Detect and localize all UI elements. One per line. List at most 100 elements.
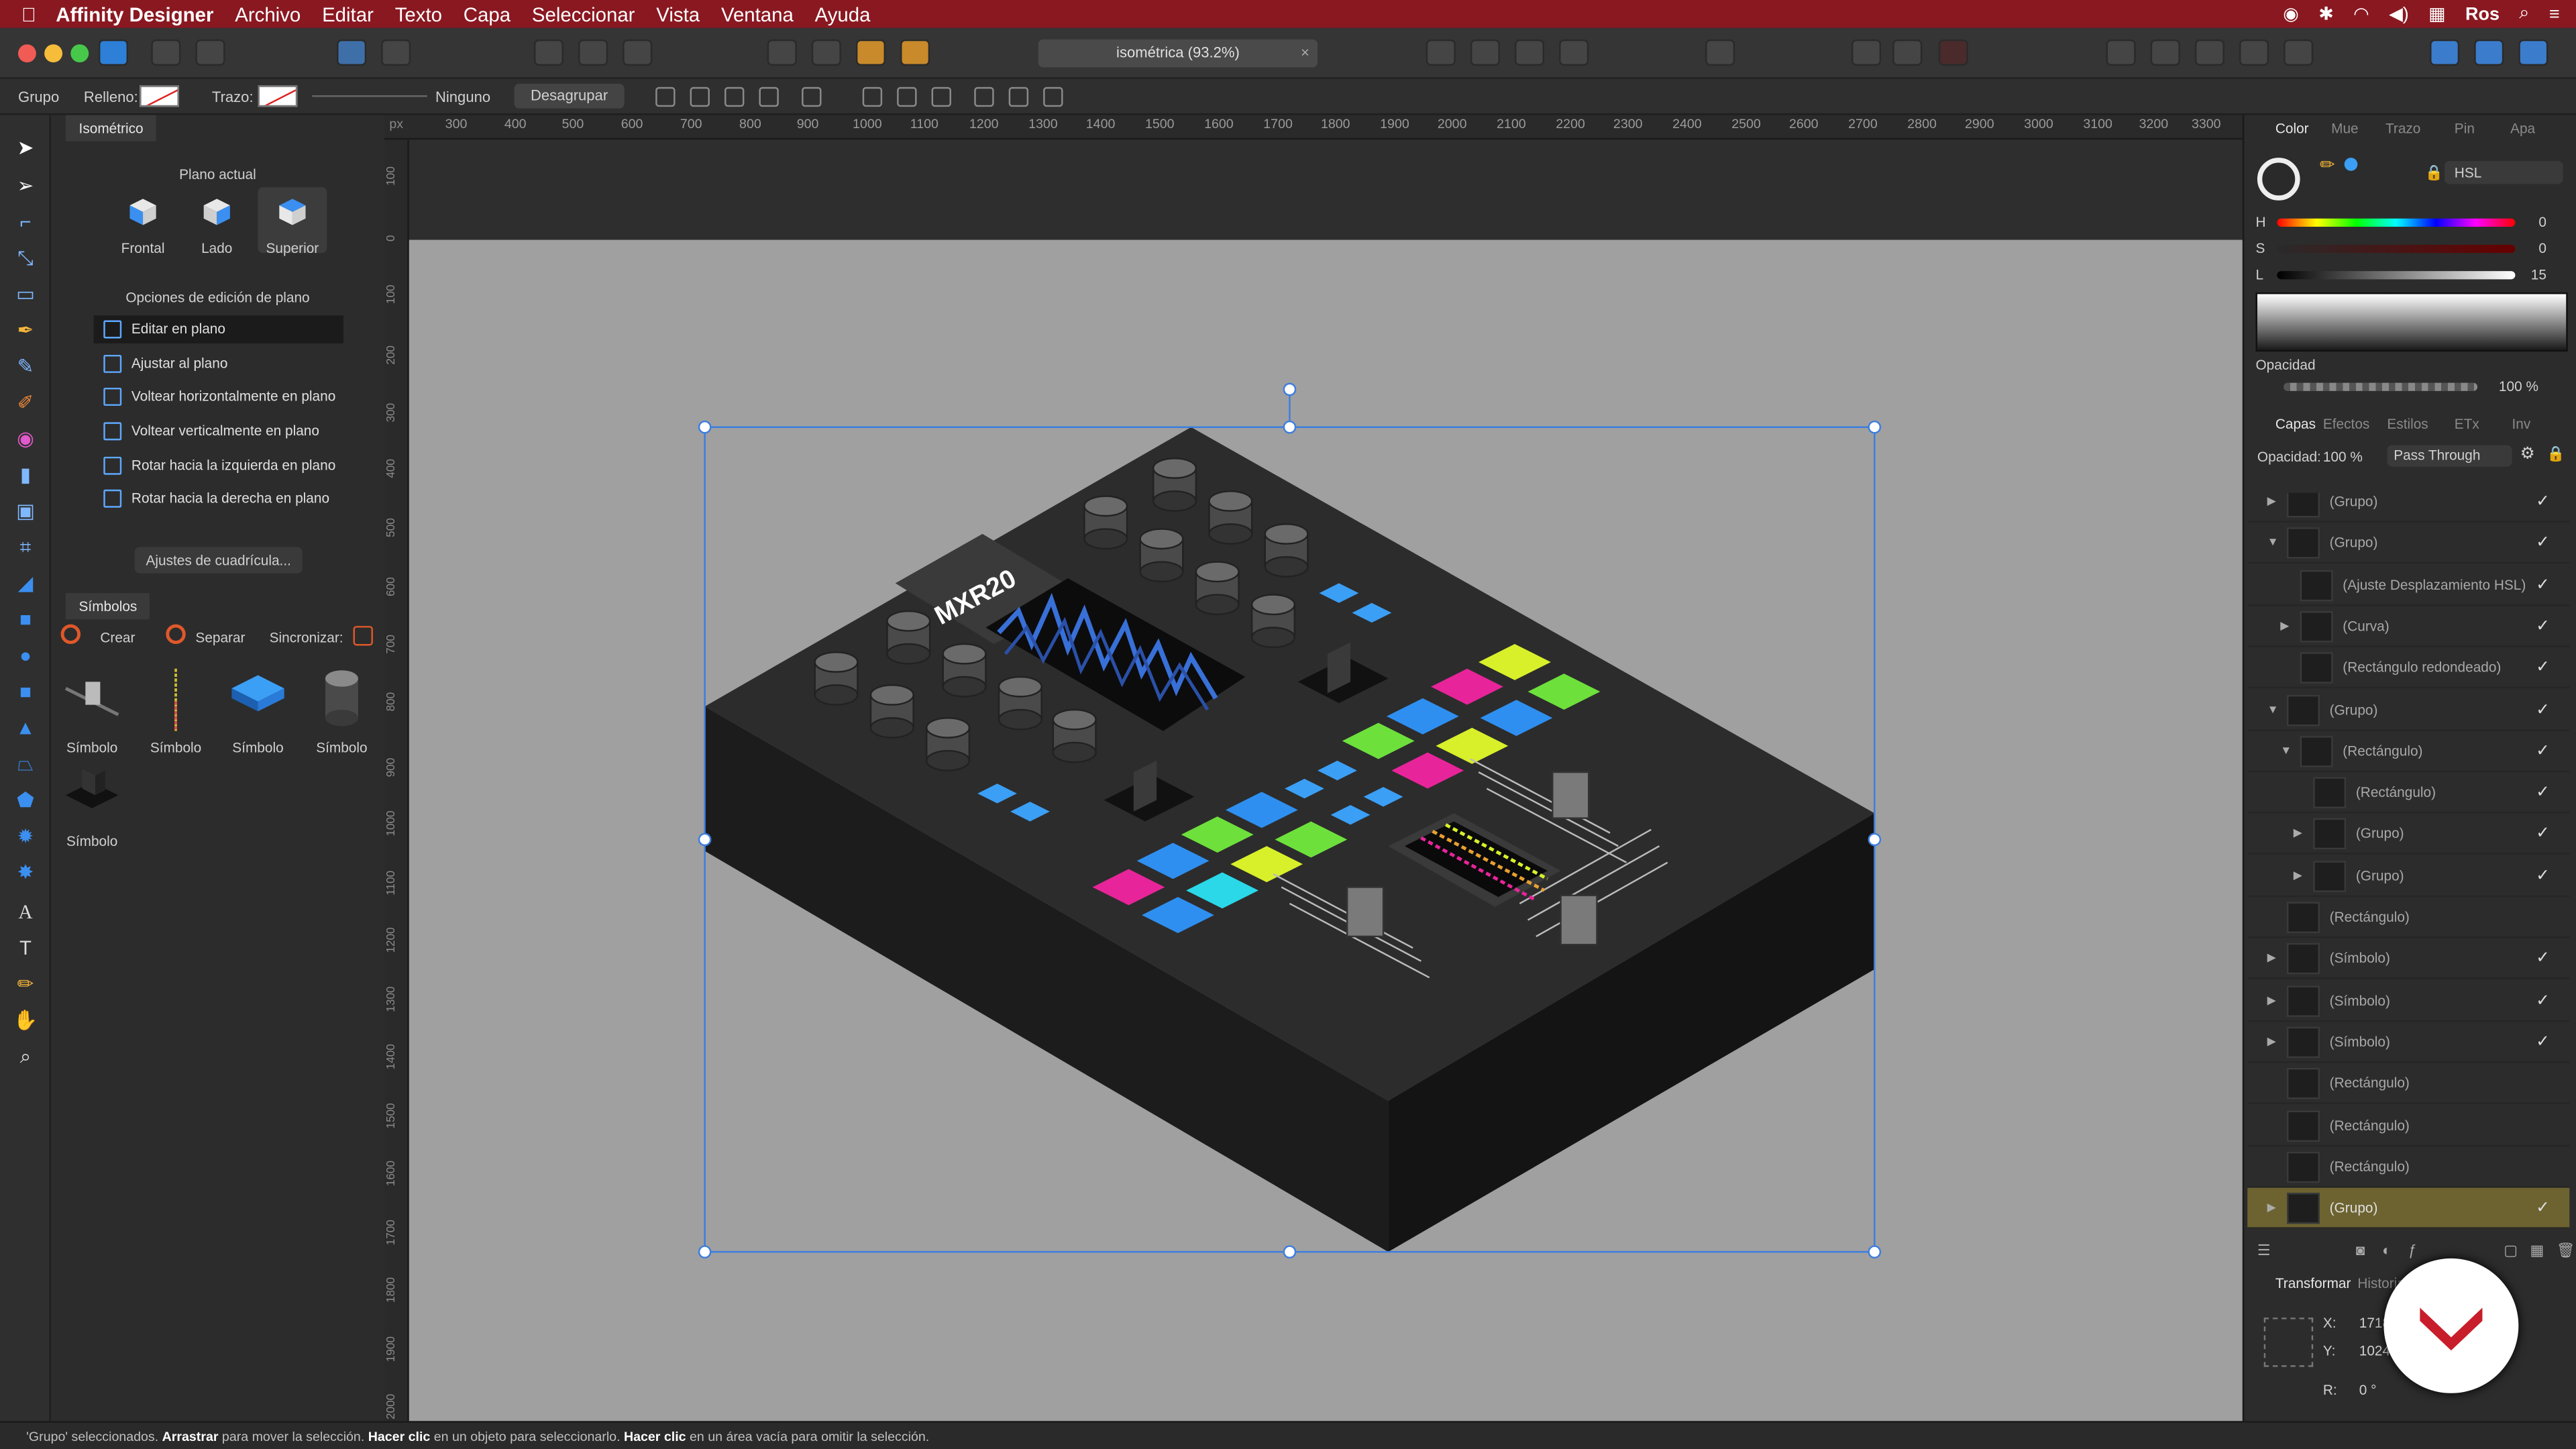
- tab-symbols[interactable]: Símbolos: [65, 593, 150, 620]
- expand-arrow-icon[interactable]: ▶: [2267, 1188, 2276, 1229]
- align-left-icon[interactable]: [862, 87, 883, 107]
- transform-objects-icon[interactable]: [802, 87, 822, 107]
- menu-ayuda[interactable]: Ayuda: [815, 3, 871, 25]
- symbol-item[interactable]: Símbolo: [217, 665, 299, 756]
- boolean-add-icon[interactable]: [1851, 39, 1882, 66]
- tab-isometric[interactable]: Isométrico: [65, 115, 157, 142]
- anchor-selector[interactable]: [2263, 1318, 2314, 1367]
- layer-row[interactable]: (Rectángulo): [2247, 1105, 2570, 1146]
- canvas-pasteboard[interactable]: MXR20: [409, 140, 2243, 1421]
- tab-text-styles[interactable]: ETx: [2455, 416, 2479, 432]
- layer-row[interactable]: ▶ (Símbolo) ✓: [2247, 980, 2570, 1022]
- visibility-checkbox[interactable]: ✓: [2536, 938, 2550, 979]
- visibility-checkbox[interactable]: ✓: [2536, 689, 2550, 730]
- arrange-front-icon[interactable]: [900, 39, 930, 66]
- expand-arrow-icon[interactable]: ▶: [2267, 493, 2276, 523]
- expand-arrow-icon[interactable]: ▼: [2267, 689, 2279, 730]
- opacity-value[interactable]: 100 %: [2499, 378, 2538, 394]
- stroke-swatch[interactable]: [258, 85, 298, 107]
- visibility-checkbox[interactable]: ✓: [2536, 606, 2550, 647]
- grid-settings-button[interactable]: Ajustes de cuadrícula...: [134, 547, 303, 574]
- flip-vertical-icon[interactable]: [1470, 39, 1500, 66]
- h-value[interactable]: 0: [2538, 213, 2546, 229]
- layer-row[interactable]: ▶ (Grupo) ✓: [2247, 492, 2570, 523]
- layer-row[interactable]: ▼ (Grupo) ✓: [2247, 689, 2570, 731]
- arrange-forward-icon[interactable]: [855, 39, 886, 66]
- menu-capa[interactable]: Capa: [464, 3, 511, 25]
- align-icon[interactable]: [1705, 39, 1735, 66]
- ungroup-button[interactable]: Desagrupar: [514, 83, 625, 109]
- stroke-width-slider[interactable]: [312, 95, 427, 97]
- expand-arrow-icon[interactable]: ▶: [2267, 1022, 2276, 1063]
- align-right-icon[interactable]: [931, 87, 951, 107]
- bluetooth-icon[interactable]: ✱: [2318, 3, 2334, 25]
- apple-menu-icon[interactable]: : [21, 3, 36, 25]
- symbol-item[interactable]: Símbolo: [51, 665, 133, 756]
- layer-row[interactable]: ▶ (Grupo) ✓: [2247, 1187, 2570, 1230]
- color-preview[interactable]: [2255, 292, 2568, 352]
- expand-arrow-icon[interactable]: ▶: [2267, 938, 2276, 979]
- isometric-illustration[interactable]: MXR20: [409, 140, 2243, 1421]
- menu-archivo[interactable]: Archivo: [235, 3, 301, 25]
- layer-row[interactable]: ▶ (Símbolo) ✓: [2247, 938, 2570, 980]
- expand-arrow-icon[interactable]: ▼: [2267, 523, 2279, 564]
- visibility-checkbox[interactable]: ✓: [2536, 980, 2550, 1021]
- layer-row[interactable]: (Rectángulo): [2247, 1063, 2570, 1105]
- tab-swatches[interactable]: Mue: [2331, 120, 2359, 136]
- opacity-slider[interactable]: [2284, 382, 2478, 391]
- pencil-tool-icon[interactable]: ✎: [13, 355, 38, 380]
- layer-row[interactable]: ▼ (Rectángulo) ✓: [2247, 731, 2570, 772]
- designer-persona-icon[interactable]: [98, 39, 129, 66]
- document-tab[interactable]: isométrica (93.2%) ×: [1038, 39, 1318, 68]
- layer-row[interactable]: (Rectángulo redondeado) ✓: [2247, 647, 2570, 689]
- visibility-checkbox[interactable]: ✓: [2536, 493, 2550, 523]
- color-mode-select[interactable]: HSL: [2445, 161, 2563, 184]
- triangle-tool-icon[interactable]: ▲: [13, 716, 38, 741]
- fill-tool-icon[interactable]: ◉: [13, 427, 38, 452]
- lock-icon[interactable]: 🔒: [2425, 164, 2443, 182]
- keyboard-icon[interactable]: ▦: [2428, 3, 2445, 25]
- option-rotate-left[interactable]: Rotar hacia la izquierda en plano: [94, 451, 343, 480]
- shapes-tool-icon[interactable]: ✸: [13, 861, 38, 885]
- point-transform-icon[interactable]: ⤡: [13, 246, 38, 271]
- menu-texto[interactable]: Texto: [395, 3, 442, 25]
- tab-transform[interactable]: Transformar: [2275, 1275, 2351, 1291]
- insert-top-icon[interactable]: [2194, 39, 2224, 66]
- layer-settings-icon[interactable]: ⚙: [2520, 445, 2535, 464]
- menu-editar[interactable]: Editar: [322, 3, 374, 25]
- artboard-tool-icon[interactable]: ▭: [13, 282, 38, 307]
- frame-text-icon[interactable]: T: [13, 936, 38, 961]
- arrange-back-icon[interactable]: [767, 39, 797, 66]
- r-value[interactable]: 0 °: [2359, 1382, 2377, 1398]
- app-menu[interactable]: Affinity Designer: [56, 3, 213, 25]
- option-edit-in-plane[interactable]: Editar en plano: [93, 315, 343, 343]
- insert-behind-icon[interactable]: [2150, 39, 2180, 66]
- flip-horizontal-icon[interactable]: [1426, 39, 1456, 66]
- square-tool-icon[interactable]: ■: [13, 680, 38, 705]
- tab-effects[interactable]: Efectos: [2323, 416, 2369, 432]
- plane-top-button[interactable]: Superior: [258, 187, 327, 256]
- snap-geometry-icon[interactable]: [759, 87, 779, 107]
- grid-icon[interactable]: [623, 39, 653, 66]
- close-document-icon[interactable]: ×: [1301, 40, 1309, 68]
- delete-layer-icon[interactable]: 🗑: [2557, 1242, 2575, 1260]
- record-icon[interactable]: ◉: [2283, 3, 2299, 25]
- rotate-right-icon[interactable]: [1559, 39, 1589, 66]
- zoom-window-button[interactable]: [70, 44, 89, 63]
- move-tool-icon[interactable]: ➤: [13, 136, 38, 161]
- rotate-left-icon[interactable]: [1514, 39, 1545, 66]
- layer-opacity-value[interactable]: 100 %: [2323, 449, 2363, 465]
- user-name[interactable]: Ros: [2465, 4, 2500, 23]
- expand-arrow-icon[interactable]: ▼: [2280, 731, 2292, 771]
- corner-tool-icon[interactable]: ⌐: [13, 210, 38, 235]
- insert-default-icon[interactable]: [2284, 39, 2314, 66]
- transform-origin-icon[interactable]: [655, 87, 676, 107]
- studio-toggle-icon[interactable]: [2518, 39, 2548, 66]
- preferences-icon[interactable]: [381, 39, 411, 66]
- studio-layout-icon[interactable]: [2474, 39, 2504, 66]
- layer-row[interactable]: (Rectángulo) ✓: [2247, 772, 2570, 814]
- node-tool-icon[interactable]: ➢: [13, 174, 38, 199]
- option-rotate-right[interactable]: Rotar hacia la derecha en plano: [94, 484, 343, 513]
- tab-layers[interactable]: Capas: [2275, 416, 2316, 432]
- tab-inventory[interactable]: Inv: [2512, 416, 2531, 432]
